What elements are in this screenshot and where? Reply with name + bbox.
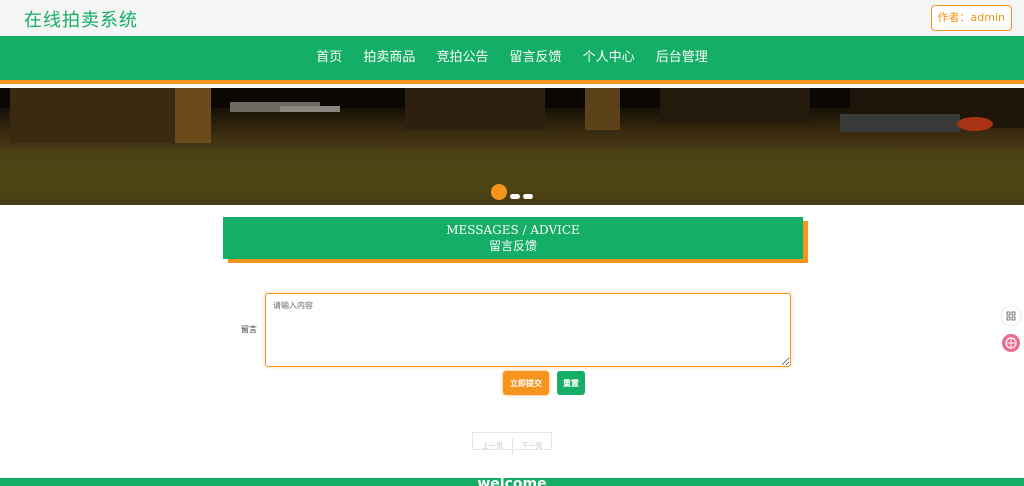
- carousel-dot[interactable]: [510, 194, 520, 199]
- pagination: 上一页 下一页: [472, 432, 552, 454]
- next-page-button[interactable]: 下一页: [512, 438, 551, 454]
- banner-image: [0, 88, 1024, 205]
- main-nav: 首页 拍卖商品 竞拍公告 留言反馈 个人中心 后台管理: [0, 36, 1024, 84]
- footer-welcome: welcome: [477, 478, 547, 486]
- nav-item-user-center[interactable]: 个人中心: [583, 36, 635, 80]
- site-title: 在线拍卖系统: [24, 10, 138, 31]
- section-title-en: MESSAGES / ADVICE: [446, 223, 580, 237]
- submit-button[interactable]: 立即提交: [503, 371, 549, 395]
- prev-page-button[interactable]: 上一页: [473, 438, 512, 454]
- footer: welcome: [0, 478, 1024, 486]
- language-icon[interactable]: [1002, 334, 1020, 352]
- nav-item-home[interactable]: 首页: [316, 36, 342, 80]
- nav-item-auction-goods[interactable]: 拍卖商品: [363, 36, 415, 80]
- reset-button[interactable]: 重置: [557, 371, 585, 395]
- carousel-dot-active[interactable]: [491, 184, 507, 200]
- section-header: MESSAGES / ADVICE 留言反馈: [223, 217, 803, 259]
- message-label: 留言: [241, 325, 257, 334]
- section-title-cn: 留言反馈: [488, 239, 537, 253]
- nav-item-feedback[interactable]: 留言反馈: [510, 36, 562, 80]
- nav-item-bid-notice[interactable]: 竞拍公告: [436, 36, 488, 80]
- apps-icon[interactable]: [1002, 307, 1020, 325]
- author-badge[interactable]: 作者：admin: [930, 5, 1012, 31]
- nav-items: 首页 拍卖商品 竞拍公告 留言反馈 个人中心 后台管理: [0, 36, 1024, 80]
- banner-carousel[interactable]: [0, 88, 1024, 205]
- nav-item-admin[interactable]: 后台管理: [656, 36, 708, 80]
- carousel-dot[interactable]: [523, 194, 533, 199]
- top-bar: 在线拍卖系统 作者：admin: [0, 0, 1024, 36]
- message-input[interactable]: [265, 293, 791, 367]
